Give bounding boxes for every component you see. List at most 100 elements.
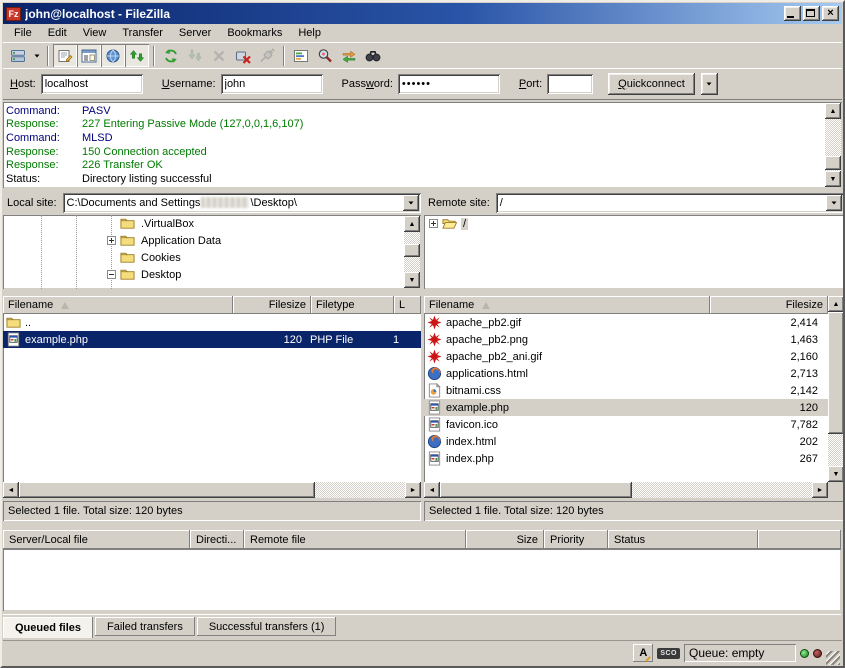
toggle-remote-tree-button[interactable] xyxy=(101,44,125,67)
reconnect-button[interactable] xyxy=(255,44,279,67)
remote-hscrollbar[interactable]: ◄ ► xyxy=(424,482,828,498)
quickconnect-dropdown[interactable] xyxy=(701,73,718,95)
queue-column-header[interactable]: Size xyxy=(466,530,544,549)
remote-site-dropdown[interactable] xyxy=(826,195,842,211)
minimize-button[interactable] xyxy=(784,6,801,21)
remote-site-combobox[interactable]: / xyxy=(496,193,844,213)
column-header[interactable]: L xyxy=(394,296,421,314)
queue-tab[interactable]: Failed transfers xyxy=(95,617,195,636)
activity-led-red xyxy=(813,649,822,658)
tree-item[interactable]: / xyxy=(424,215,844,232)
scrollbar-thumb[interactable] xyxy=(825,156,841,170)
synchronized-browsing-button[interactable] xyxy=(337,44,361,67)
process-queue-button[interactable] xyxy=(183,44,207,67)
tree-expander[interactable] xyxy=(107,270,116,279)
file-row[interactable]: .. xyxy=(3,314,421,331)
tree-item[interactable]: .VirtualBox xyxy=(3,215,421,232)
scrollbar-thumb[interactable] xyxy=(828,312,844,434)
scroll-left-button[interactable]: ◄ xyxy=(424,482,440,498)
scroll-down-button[interactable]: ▼ xyxy=(828,466,844,482)
file-name: apache_pb2_ani.gif xyxy=(446,351,724,363)
column-header[interactable]: Filename xyxy=(3,296,233,314)
log-scrollbar[interactable]: ▲ ▼ xyxy=(825,103,841,187)
speed-limit-indicator-icon[interactable]: SCO xyxy=(657,648,680,659)
queue-column-header[interactable]: Directi... xyxy=(190,530,244,549)
directory-comparison-button[interactable] xyxy=(313,44,337,67)
menu-item[interactable]: Transfer xyxy=(114,25,171,41)
queue-tab[interactable]: Queued files xyxy=(3,617,93,638)
filter-button[interactable] xyxy=(289,44,313,67)
local-hscrollbar[interactable]: ◄ ► xyxy=(3,482,421,498)
column-header[interactable]: Filename xyxy=(424,296,710,314)
file-row[interactable]: example.php 120 xyxy=(424,399,828,416)
column-header[interactable]: Filetype xyxy=(311,296,394,314)
tree-expander[interactable] xyxy=(429,219,438,228)
column-header[interactable]: Filesize xyxy=(233,296,311,314)
site-manager-button[interactable] xyxy=(6,44,30,67)
queue-column-header[interactable]: Remote file xyxy=(244,530,466,549)
queue-column-header[interactable] xyxy=(758,530,841,549)
toggle-message-log-button[interactable] xyxy=(53,44,77,67)
app-icon[interactable]: Fz xyxy=(6,7,21,21)
menu-item[interactable]: Edit xyxy=(40,25,75,41)
menu-item[interactable]: Help xyxy=(290,25,329,41)
refresh-button[interactable] xyxy=(159,44,183,67)
resize-grip[interactable] xyxy=(826,651,840,665)
queue-tab[interactable]: Successful transfers (1) xyxy=(197,617,337,636)
cancel-operation-button[interactable] xyxy=(207,44,231,67)
tree-item[interactable]: Desktop xyxy=(3,266,421,283)
column-header[interactable]: Filesize xyxy=(710,296,828,314)
site-manager-dropdown[interactable] xyxy=(30,44,43,67)
file-row[interactable]: index.php 267 xyxy=(424,450,828,467)
local-site-dropdown[interactable] xyxy=(403,195,419,211)
titlebar[interactable]: Fz john@localhost - FileZilla × xyxy=(3,3,842,24)
password-input[interactable] xyxy=(398,74,500,94)
scroll-right-button[interactable]: ► xyxy=(405,482,421,498)
queue-column-header[interactable]: Priority xyxy=(544,530,608,549)
file-row[interactable]: bitnami.css 2,142 xyxy=(424,382,828,399)
queue-column-header[interactable]: Server/Local file xyxy=(3,530,190,549)
file-type: PHP File xyxy=(310,334,393,346)
tree-expander[interactable] xyxy=(107,236,116,245)
scrollbar-thumb[interactable] xyxy=(404,244,420,257)
scrollbar-thumb[interactable] xyxy=(440,482,632,498)
data-type-indicator-icon[interactable]: A xyxy=(633,644,653,662)
queue-list[interactable] xyxy=(3,549,841,611)
close-button[interactable]: × xyxy=(822,6,839,21)
scroll-up-button[interactable]: ▲ xyxy=(404,216,420,232)
scroll-right-button[interactable]: ► xyxy=(812,482,828,498)
remote-vscrollbar[interactable]: ▲ ▼ xyxy=(828,296,844,482)
file-row[interactable]: example.php 120 PHP File 1 xyxy=(3,331,421,348)
menu-item[interactable]: Server xyxy=(171,25,219,41)
queue-column-header[interactable]: Status xyxy=(608,530,758,549)
scrollbar-thumb[interactable] xyxy=(19,482,315,498)
toggle-queue-button[interactable] xyxy=(125,44,149,67)
tree-item[interactable]: Application Data xyxy=(3,232,421,249)
menu-item[interactable]: View xyxy=(75,25,115,41)
menu-item[interactable]: Bookmarks xyxy=(219,25,290,41)
tree-item[interactable]: Cookies xyxy=(3,249,421,266)
file-row[interactable]: apache_pb2_ani.gif 2,160 xyxy=(424,348,828,365)
toggle-local-tree-button[interactable] xyxy=(77,44,101,67)
host-input[interactable] xyxy=(41,74,143,94)
local-tree-scrollbar[interactable]: ▲ ▼ xyxy=(404,216,420,288)
local-site-combobox[interactable]: C:\Documents and Settings\Desktop\ xyxy=(63,193,421,213)
scroll-up-button[interactable]: ▲ xyxy=(828,296,844,312)
quickconnect-button[interactable]: Quickconnect xyxy=(608,73,695,95)
menu-bar: FileEditViewTransferServerBookmarksHelp xyxy=(3,24,842,42)
maximize-button[interactable] xyxy=(803,6,820,21)
scroll-up-button[interactable]: ▲ xyxy=(825,103,841,119)
file-row[interactable]: index.html 202 xyxy=(424,433,828,450)
find-files-button[interactable] xyxy=(361,44,385,67)
menu-item[interactable]: File xyxy=(6,25,40,41)
scroll-left-button[interactable]: ◄ xyxy=(3,482,19,498)
file-row[interactable]: favicon.ico 7,782 xyxy=(424,416,828,433)
scroll-down-button[interactable]: ▼ xyxy=(825,171,841,187)
file-row[interactable]: apache_pb2.gif 2,414 xyxy=(424,314,828,331)
username-input[interactable] xyxy=(221,74,323,94)
port-input[interactable] xyxy=(547,74,593,94)
scroll-down-button[interactable]: ▼ xyxy=(404,272,420,288)
disconnect-button[interactable] xyxy=(231,44,255,67)
file-row[interactable]: apache_pb2.png 1,463 xyxy=(424,331,828,348)
file-row[interactable]: applications.html 2,713 xyxy=(424,365,828,382)
